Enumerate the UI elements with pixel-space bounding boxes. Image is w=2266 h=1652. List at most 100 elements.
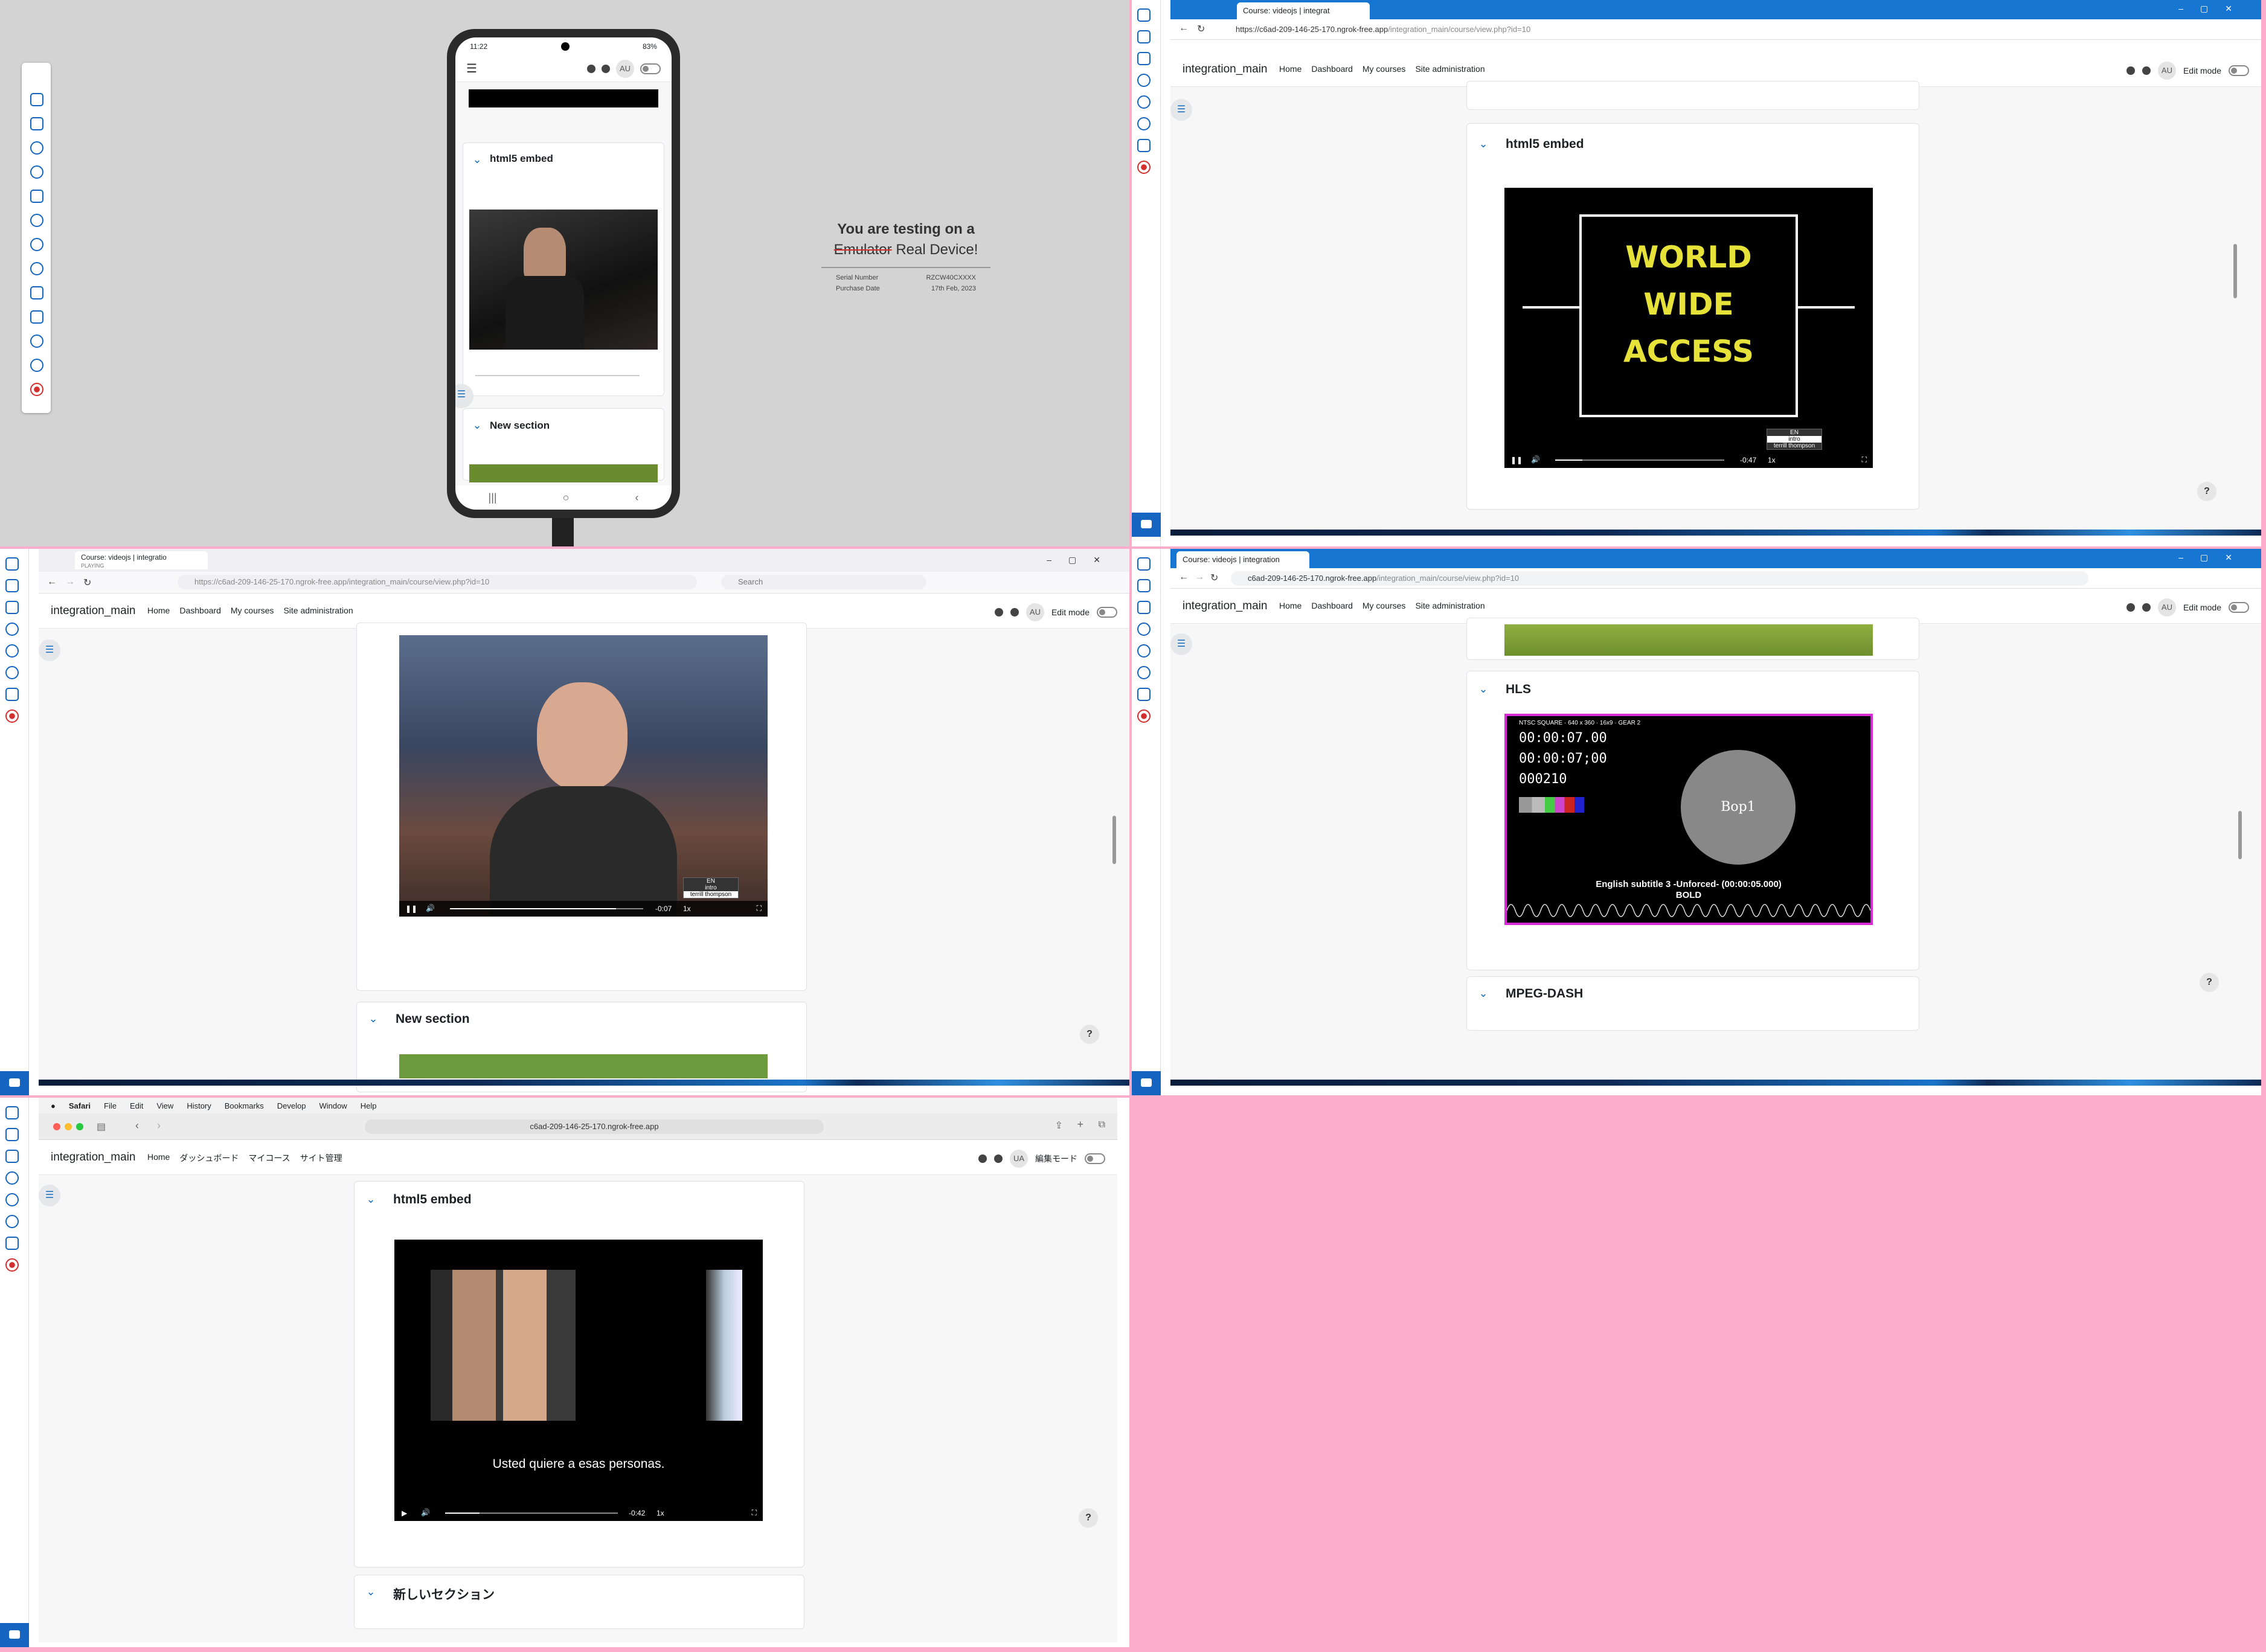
bell-icon[interactable]	[978, 1154, 987, 1163]
window-icon[interactable]	[30, 190, 43, 203]
record-icon[interactable]	[5, 709, 19, 723]
avatar[interactable]: AU	[2157, 598, 2176, 616]
accessibility-icon[interactable]	[5, 666, 19, 679]
course-index-button[interactable]: ☰	[1170, 99, 1192, 121]
chevron-down-icon[interactable]: ⌄	[1475, 681, 1491, 697]
traffic-lights[interactable]	[53, 1123, 83, 1130]
chat-button[interactable]	[0, 1623, 29, 1647]
device-icon[interactable]	[30, 93, 43, 106]
settings-icon[interactable]	[30, 165, 43, 179]
back-icon[interactable]: ←	[1179, 23, 1189, 34]
video-player[interactable]: WORLD WIDE ACCESS EN intro terrill thomp…	[1504, 188, 1873, 468]
menu-develop[interactable]: Develop	[277, 1101, 306, 1110]
chat-icon[interactable]	[994, 1154, 1003, 1163]
apple-icon[interactable]: ●	[51, 1101, 56, 1110]
zoom-icon[interactable]	[30, 141, 43, 155]
record-icon[interactable]	[5, 1258, 19, 1272]
fullscreen-icon[interactable]: ⛶	[752, 1508, 757, 1517]
menu-history[interactable]: History	[187, 1101, 211, 1110]
url-field[interactable]: https://c6ad-209-146-25-170.ngrok-free.a…	[1219, 22, 2125, 37]
nav-home[interactable]: Home	[147, 606, 170, 615]
site-name[interactable]: integration_main	[1183, 600, 1267, 613]
scrollbar[interactable]	[1112, 816, 1116, 864]
record-icon[interactable]	[30, 383, 43, 396]
chat-button[interactable]	[1132, 513, 1161, 537]
bell-icon[interactable]	[2126, 66, 2135, 75]
recents-icon[interactable]: |||	[489, 491, 497, 504]
chevron-down-icon[interactable]: ⌄	[469, 152, 485, 167]
reload-icon[interactable]: ↻	[1197, 23, 1205, 35]
chat-button[interactable]	[0, 1071, 29, 1095]
menu-edit[interactable]: Edit	[130, 1101, 143, 1110]
record-icon[interactable]	[1137, 161, 1151, 174]
edit-toggle[interactable]	[2229, 65, 2249, 76]
nav-siteadmin[interactable]: Site administration	[1415, 64, 1484, 74]
edit-toggle[interactable]	[1097, 607, 1117, 618]
volume-icon[interactable]: 🔊	[1531, 455, 1540, 464]
accessibility-icon[interactable]	[30, 335, 43, 348]
accessibility-icon[interactable]	[1137, 666, 1151, 679]
video-player[interactable]: EN intro terrill thompson ❚❚ 🔊 -0:07 1x …	[399, 635, 768, 917]
edit-toggle[interactable]	[2229, 602, 2249, 613]
avatar[interactable]: AU	[616, 59, 634, 78]
window-controls[interactable]: –▢✕	[2178, 4, 2249, 14]
menu-safari[interactable]: Safari	[69, 1101, 91, 1110]
chart-icon[interactable]	[30, 310, 43, 324]
accessibility-icon[interactable]	[1137, 117, 1151, 130]
back-icon[interactable]: ‹	[135, 1119, 139, 1132]
volume-icon[interactable]: 🔊	[426, 904, 435, 912]
help-button[interactable]: ?	[2197, 482, 2216, 501]
device-icon[interactable]	[1137, 8, 1151, 22]
site-name[interactable]: integration_main	[51, 604, 135, 618]
menu-view[interactable]: View	[156, 1101, 173, 1110]
nav-siteadmin[interactable]: Site administration	[283, 606, 353, 615]
shuffle-icon[interactable]	[1137, 30, 1151, 43]
device-icon[interactable]	[5, 557, 19, 571]
progress-bar[interactable]	[1555, 459, 1724, 461]
nav-dashboard[interactable]: Dashboard	[1311, 64, 1353, 74]
hamburger-icon[interactable]: ☰	[466, 61, 477, 76]
back-icon[interactable]: ‹	[635, 491, 638, 504]
nav-dashboard[interactable]: ダッシュボード	[179, 1152, 239, 1164]
chevron-down-icon[interactable]: ⌄	[1475, 985, 1491, 1001]
pause-icon[interactable]: ❚❚	[405, 904, 417, 913]
help-button[interactable]: ?	[1079, 1508, 1098, 1528]
chevron-down-icon[interactable]: ⌄	[363, 1191, 379, 1207]
tabs-icon[interactable]: ⧉	[1099, 1119, 1105, 1130]
playback-rate[interactable]: 1x	[1768, 456, 1776, 464]
edit-toggle[interactable]	[1085, 1153, 1105, 1164]
fullscreen-icon[interactable]: ⛶	[1862, 455, 1867, 464]
image-icon[interactable]	[1137, 601, 1151, 614]
menu-window[interactable]: Window	[319, 1101, 347, 1110]
playback-rate[interactable]: 1x	[683, 904, 691, 913]
nav-home[interactable]: Home	[1279, 601, 1302, 610]
shuffle-icon[interactable]	[5, 579, 19, 592]
gallery-icon[interactable]	[5, 688, 19, 701]
nav-siteadmin[interactable]: サイト管理	[300, 1152, 342, 1164]
circle-icon[interactable]	[30, 238, 43, 251]
gear-icon[interactable]	[5, 1193, 19, 1206]
nav-home[interactable]: Home	[147, 1152, 170, 1164]
settings-icon[interactable]	[5, 1171, 19, 1185]
device-icon[interactable]	[1137, 557, 1151, 571]
device-icon[interactable]	[5, 1106, 19, 1119]
accessibility-icon[interactable]	[5, 1215, 19, 1228]
shuffle-icon[interactable]	[30, 117, 43, 130]
browser-tab[interactable]: Course: videojs | integration	[1176, 551, 1309, 568]
image-icon[interactable]	[5, 1150, 19, 1163]
rotate-icon[interactable]	[30, 262, 43, 275]
gear-icon[interactable]	[1137, 644, 1151, 658]
playback-rate[interactable]: 1x	[656, 1509, 664, 1517]
chat-icon[interactable]	[602, 64, 610, 73]
forward-icon[interactable]: ›	[157, 1119, 161, 1132]
gallery-icon[interactable]	[30, 286, 43, 299]
progress-bar[interactable]	[450, 908, 643, 909]
scrollbar[interactable]	[2238, 811, 2242, 859]
nav-dashboard[interactable]: Dashboard	[179, 606, 221, 615]
site-name[interactable]: integration_main	[1183, 63, 1267, 76]
course-index-button[interactable]: ☰	[39, 639, 60, 661]
gallery-icon[interactable]	[5, 1237, 19, 1250]
chevron-down-icon[interactable]: ⌄	[469, 417, 485, 433]
gallery-icon[interactable]	[1137, 688, 1151, 701]
chat-button[interactable]	[1132, 1071, 1161, 1095]
